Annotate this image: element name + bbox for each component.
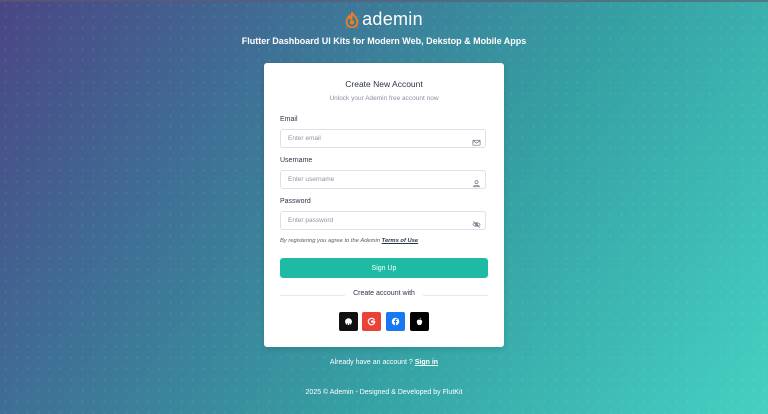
facebook-icon <box>391 317 400 326</box>
sign-up-button[interactable]: Sign Up <box>280 258 488 278</box>
username-field[interactable] <box>280 170 486 189</box>
signin-question: Already have an account ? <box>329 359 413 366</box>
signin-prompt: Already have an account ? Sign in <box>0 359 768 366</box>
username-label: Username <box>280 157 313 164</box>
divider-text: Create account with <box>345 290 423 297</box>
flame-icon <box>345 10 359 28</box>
terms-text: By registering you agree to the Ademin T… <box>280 238 418 244</box>
copyright: 2025 © Ademin - Designed & Developed by … <box>305 389 463 396</box>
apple-button[interactable] <box>410 312 429 331</box>
card-title: Create New Account <box>345 79 423 89</box>
brand-logo: ademin <box>0 9 768 30</box>
sign-in-link[interactable]: Sign in <box>415 359 438 366</box>
email-field[interactable] <box>280 129 486 148</box>
card-subtitle: Unlock your Ademin free account now <box>329 95 439 102</box>
google-button[interactable] <box>362 312 381 331</box>
facebook-button[interactable] <box>386 312 405 331</box>
github-button[interactable] <box>339 312 358 331</box>
brand-name: ademin <box>362 9 423 29</box>
password-field[interactable] <box>280 211 486 230</box>
social-divider-label: Create account with <box>264 290 504 297</box>
terms-prefix: By registering you agree to the Ademin <box>280 238 380 244</box>
terms-link[interactable]: Terms of Use <box>382 238 419 244</box>
apple-icon <box>416 317 423 326</box>
github-icon <box>345 318 352 326</box>
mail-icon <box>472 134 481 146</box>
user-icon <box>472 175 481 188</box>
register-card: Create New Account Unlock your Ademin fr… <box>264 63 504 347</box>
google-icon <box>367 317 376 326</box>
email-label: Email <box>280 116 298 123</box>
eye-off-icon[interactable] <box>472 216 481 228</box>
top-edge <box>0 0 768 2</box>
page-subtitle: Flutter Dashboard UI Kits for Modern Web… <box>241 36 527 46</box>
password-label: Password <box>280 198 311 205</box>
